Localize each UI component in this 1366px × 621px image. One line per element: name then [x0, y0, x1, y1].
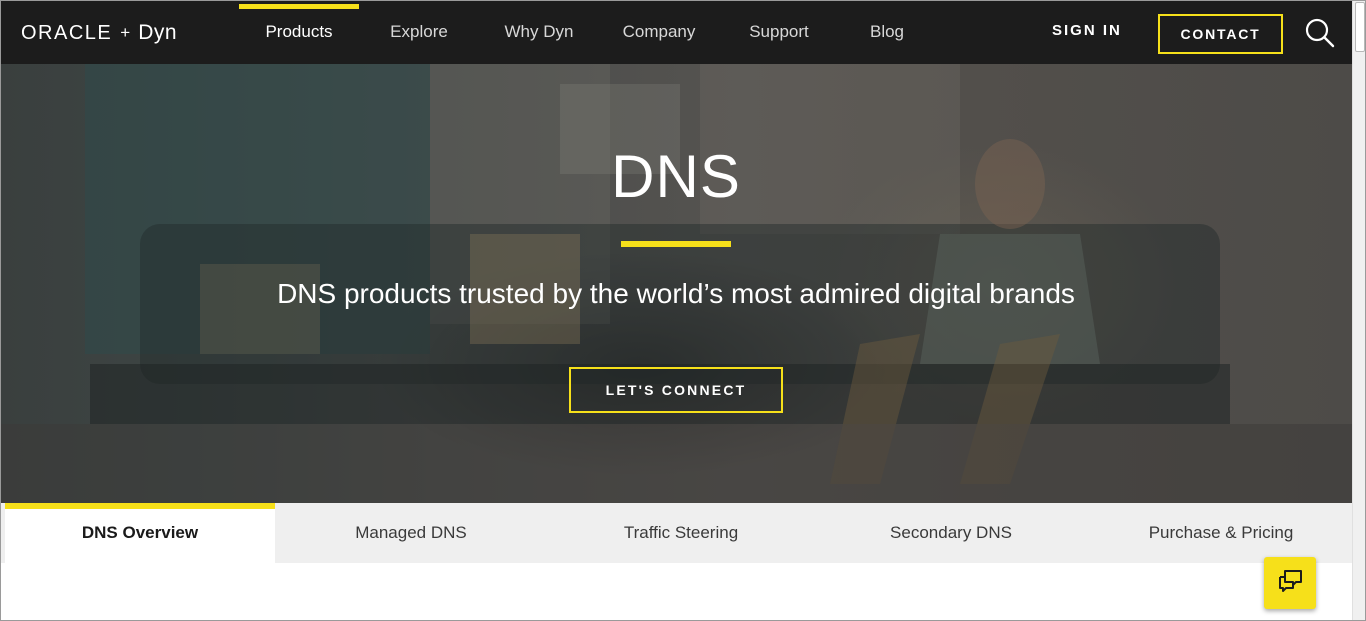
nav-item-company[interactable]: Company: [609, 0, 709, 64]
hero-banner: DNS DNS products trusted by the world’s …: [0, 64, 1352, 503]
contact-button[interactable]: CONTACT: [1158, 14, 1283, 54]
logo-plus: +: [120, 23, 131, 42]
tab-secondary-dns[interactable]: Secondary DNS: [816, 503, 1086, 563]
hero-accent-bar: [621, 241, 731, 247]
oracle-dyn-logo[interactable]: ORACLE + Dyn: [21, 19, 177, 47]
nav-item-support[interactable]: Support: [729, 0, 829, 64]
tab-purchase-pricing[interactable]: Purchase & Pricing: [1086, 503, 1356, 563]
search-icon[interactable]: [1304, 17, 1336, 49]
top-nav: ORACLE + Dyn Products Explore Why Dyn Co…: [0, 0, 1352, 64]
dns-subnav: DNS Overview Managed DNS Traffic Steerin…: [0, 503, 1352, 563]
scrollbar-thumb[interactable]: [1355, 2, 1365, 52]
nav-item-why-dyn[interactable]: Why Dyn: [489, 0, 589, 64]
nav-item-explore[interactable]: Explore: [369, 0, 469, 64]
lets-connect-button[interactable]: LET'S CONNECT: [569, 367, 783, 413]
logo-oracle-text: ORACLE: [21, 21, 113, 44]
tab-traffic-steering[interactable]: Traffic Steering: [546, 503, 816, 563]
nav-item-products[interactable]: Products: [239, 0, 359, 64]
vertical-scrollbar[interactable]: [1352, 0, 1366, 621]
sign-in-link[interactable]: SIGN IN: [1052, 22, 1122, 39]
logo-dyn-text: Dyn: [138, 21, 178, 44]
chat-button[interactable]: [1264, 557, 1316, 609]
tab-managed-dns[interactable]: Managed DNS: [276, 503, 546, 563]
chat-icon: [1276, 568, 1304, 599]
hero-title: DNS: [611, 143, 741, 210]
hero-subtitle: DNS products trusted by the world’s most…: [277, 278, 1075, 309]
tab-dns-overview[interactable]: DNS Overview: [5, 503, 275, 563]
nav-item-blog[interactable]: Blog: [837, 0, 937, 64]
